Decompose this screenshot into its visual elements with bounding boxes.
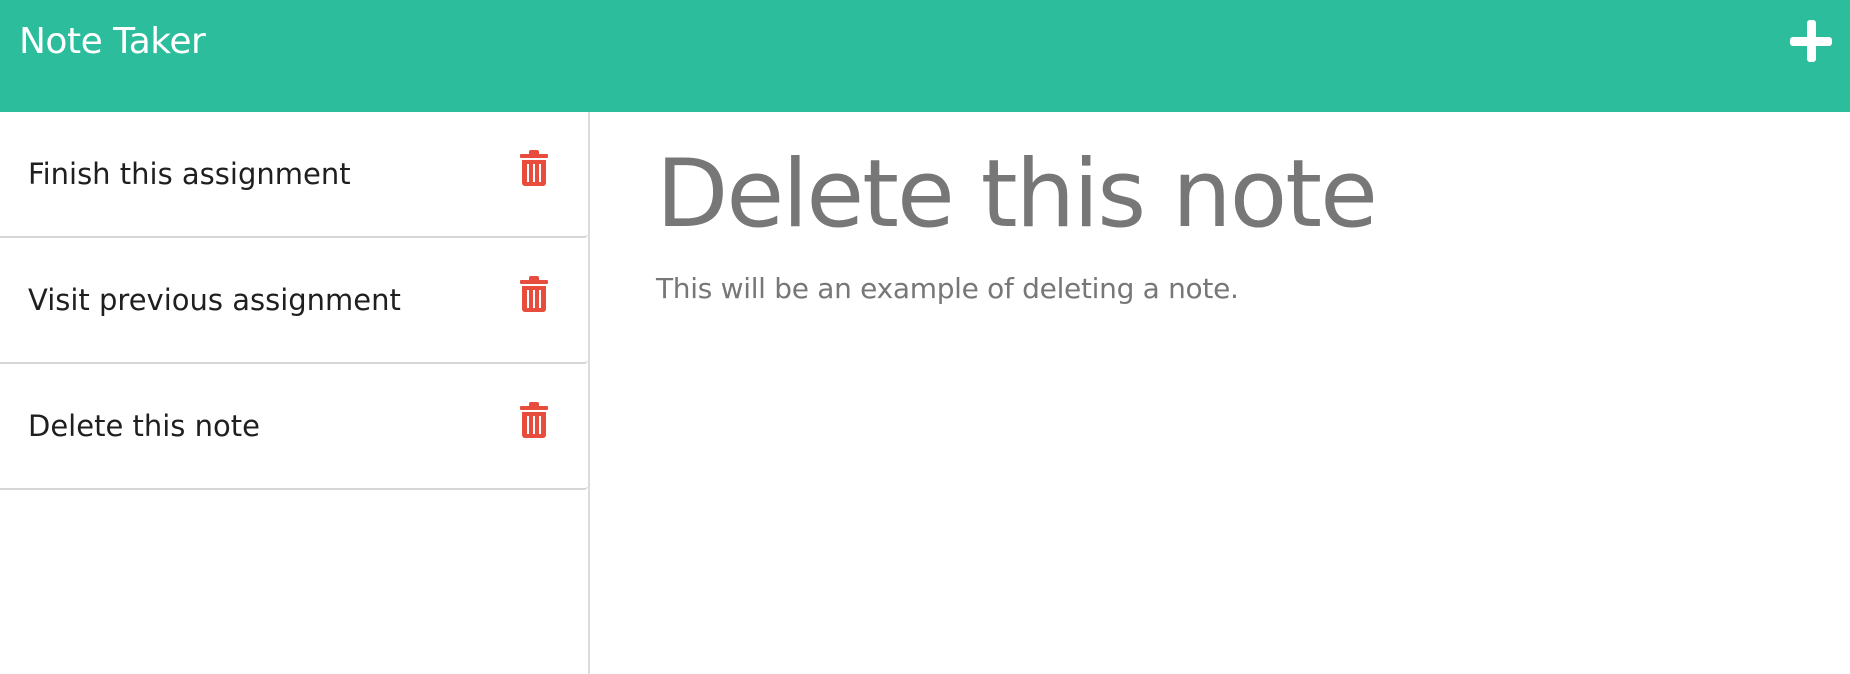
list-item[interactable]: Visit previous assignment: [0, 238, 588, 364]
trash-icon[interactable]: [520, 276, 548, 312]
note-list: Finish this assignment Visit previous as…: [0, 112, 588, 490]
notes-sidebar: Finish this assignment Visit previous as…: [0, 112, 590, 674]
trash-icon[interactable]: [520, 402, 548, 438]
note-title-input[interactable]: Delete this note: [656, 140, 1378, 250]
note-text-area[interactable]: This will be an example of deleting a no…: [656, 272, 1239, 306]
app-title[interactable]: Note Taker: [19, 22, 206, 62]
navbar: Note Taker: [0, 0, 1850, 112]
note-item-title[interactable]: Visit previous assignment: [28, 282, 401, 318]
list-item[interactable]: Finish this assignment: [0, 112, 588, 238]
note-editor: Delete this note This will be an example…: [592, 112, 1850, 674]
note-item-title[interactable]: Delete this note: [28, 408, 260, 444]
new-note-plus-icon[interactable]: [1788, 18, 1834, 64]
trash-icon[interactable]: [520, 150, 548, 186]
list-item[interactable]: Delete this note: [0, 364, 588, 490]
note-item-title[interactable]: Finish this assignment: [28, 156, 351, 192]
